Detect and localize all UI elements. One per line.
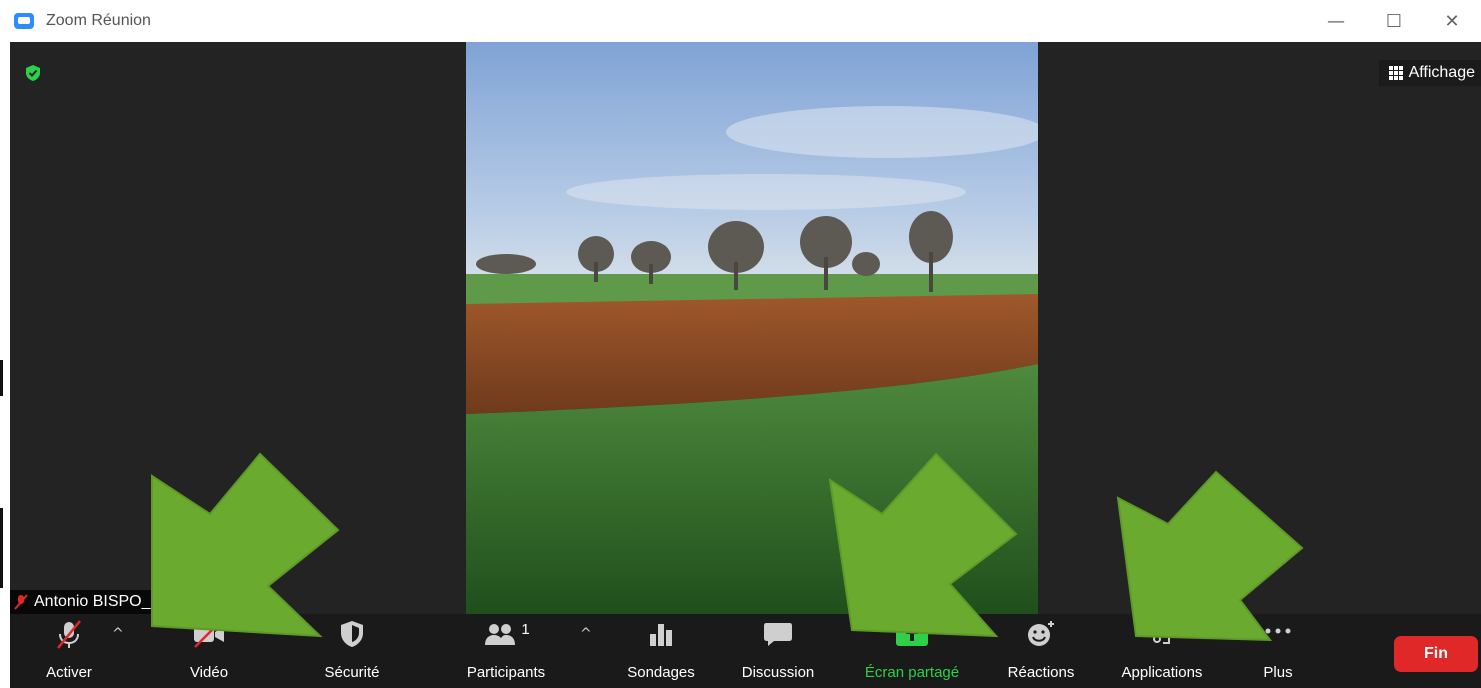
- security-button[interactable]: Sécurité: [310, 614, 394, 688]
- video-off-icon: [194, 620, 224, 648]
- participant-video: [466, 42, 1038, 614]
- maximize-button[interactable]: ☐: [1365, 0, 1423, 42]
- edge-mark: [0, 508, 3, 588]
- share-screen-button[interactable]: Écran partagé: [852, 614, 972, 688]
- security-label: Sécurité: [324, 664, 380, 681]
- left-edge: [0, 0, 10, 688]
- view-label: Affichage: [1408, 64, 1475, 81]
- view-button[interactable]: Affichage: [1378, 60, 1481, 86]
- mic-muted-icon: [57, 620, 81, 649]
- more-button[interactable]: Plus: [1248, 614, 1308, 688]
- mute-label: Activer: [46, 664, 92, 681]
- participant-name: Antonio BISPO_: [34, 593, 151, 610]
- reactions-button[interactable]: Réactions: [996, 614, 1086, 688]
- end-meeting-button[interactable]: Fin: [1394, 636, 1478, 672]
- zoom-window: Zoom Réunion — ☐ ✕ Affichage Antonio BIS…: [0, 0, 1481, 688]
- mic-muted-icon: [14, 594, 28, 610]
- shield-icon: [341, 621, 363, 647]
- meeting-area: Affichage Antonio BISPO_: [10, 42, 1481, 614]
- polls-button[interactable]: Sondages: [618, 614, 704, 688]
- participant-count: 1: [521, 620, 530, 638]
- video-button[interactable]: Vidéo: [174, 614, 244, 688]
- participants-label: Participants: [466, 664, 546, 681]
- participants-icon: [485, 624, 516, 645]
- apps-label: Applications: [1121, 664, 1203, 681]
- audio-options-caret[interactable]: ^: [112, 626, 124, 642]
- reactions-icon: [1028, 621, 1054, 646]
- meeting-toolbar: Activer ^ Vidéo ^ Sécurité 1 Participant…: [10, 614, 1481, 688]
- edge-mark: [0, 360, 3, 396]
- zoom-app-icon: [14, 13, 34, 29]
- poll-icon: [650, 624, 672, 646]
- window-title: Zoom Réunion: [46, 12, 151, 29]
- chat-button[interactable]: Discussion: [732, 614, 824, 688]
- apps-button[interactable]: Applications: [1106, 614, 1218, 688]
- share-options-caret[interactable]: ^: [958, 626, 970, 642]
- more-icon: [1265, 628, 1291, 634]
- title-bar: Zoom Réunion — ☐ ✕: [10, 0, 1481, 42]
- share-screen-label: Écran partagé: [864, 664, 960, 681]
- minimize-button[interactable]: —: [1307, 0, 1365, 42]
- more-label: Plus: [1263, 664, 1293, 681]
- grid-icon: [1388, 66, 1403, 80]
- share-screen-icon: [896, 622, 928, 646]
- participants-button[interactable]: 1 Participants: [454, 614, 558, 688]
- chat-icon: [764, 623, 792, 646]
- shield-check-icon[interactable]: [24, 64, 42, 82]
- reactions-label: Réactions: [1007, 664, 1075, 681]
- participant-name-tag: Antonio BISPO_: [10, 590, 159, 614]
- polls-label: Sondages: [627, 664, 695, 681]
- chat-label: Discussion: [741, 664, 815, 681]
- video-options-caret[interactable]: ^: [258, 626, 270, 642]
- apps-icon: [1153, 635, 1170, 644]
- video-label: Vidéo: [189, 664, 229, 681]
- window-controls: — ☐ ✕: [1307, 0, 1481, 42]
- mute-button[interactable]: Activer: [34, 614, 104, 688]
- participants-options-caret[interactable]: ^: [580, 626, 592, 642]
- close-button[interactable]: ✕: [1423, 0, 1481, 42]
